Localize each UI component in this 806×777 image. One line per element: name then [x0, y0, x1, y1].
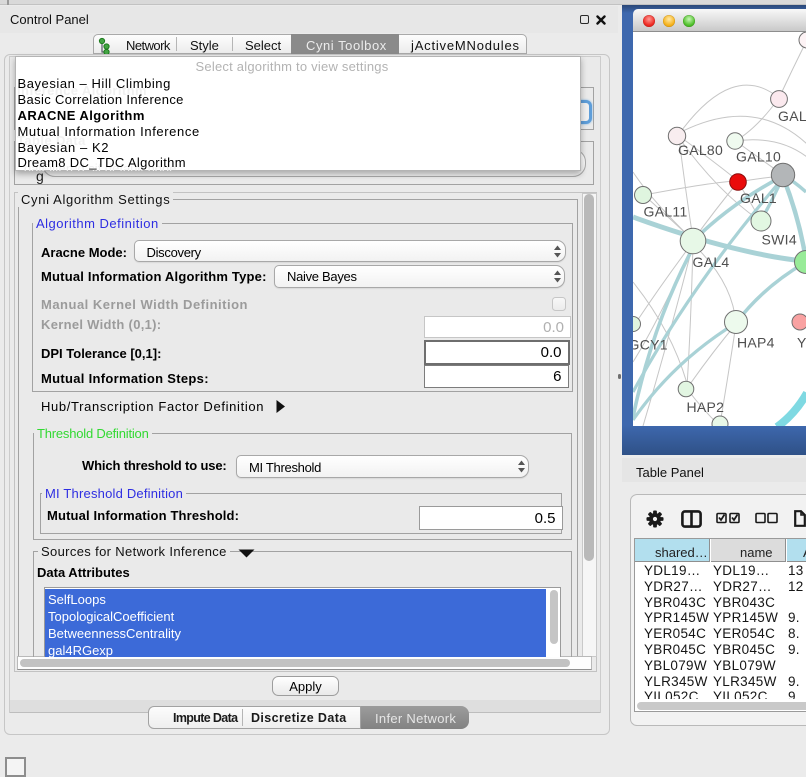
svg-text:GCY1: GCY1	[633, 337, 668, 353]
svg-text:GAL4: GAL4	[693, 254, 730, 270]
svg-text:GAL10: GAL10	[736, 149, 781, 165]
svg-text:GAL7: GAL7	[778, 108, 806, 124]
svg-text:HAP2: HAP2	[687, 399, 725, 415]
svg-text:GAL1: GAL1	[740, 190, 777, 206]
svg-text:GAL11: GAL11	[644, 204, 688, 220]
svg-text:SWI4: SWI4	[762, 232, 797, 248]
svg-text:GAL80: GAL80	[678, 142, 723, 158]
svg-text:Y: Y	[797, 335, 806, 351]
svg-text:HAP4: HAP4	[737, 335, 775, 351]
